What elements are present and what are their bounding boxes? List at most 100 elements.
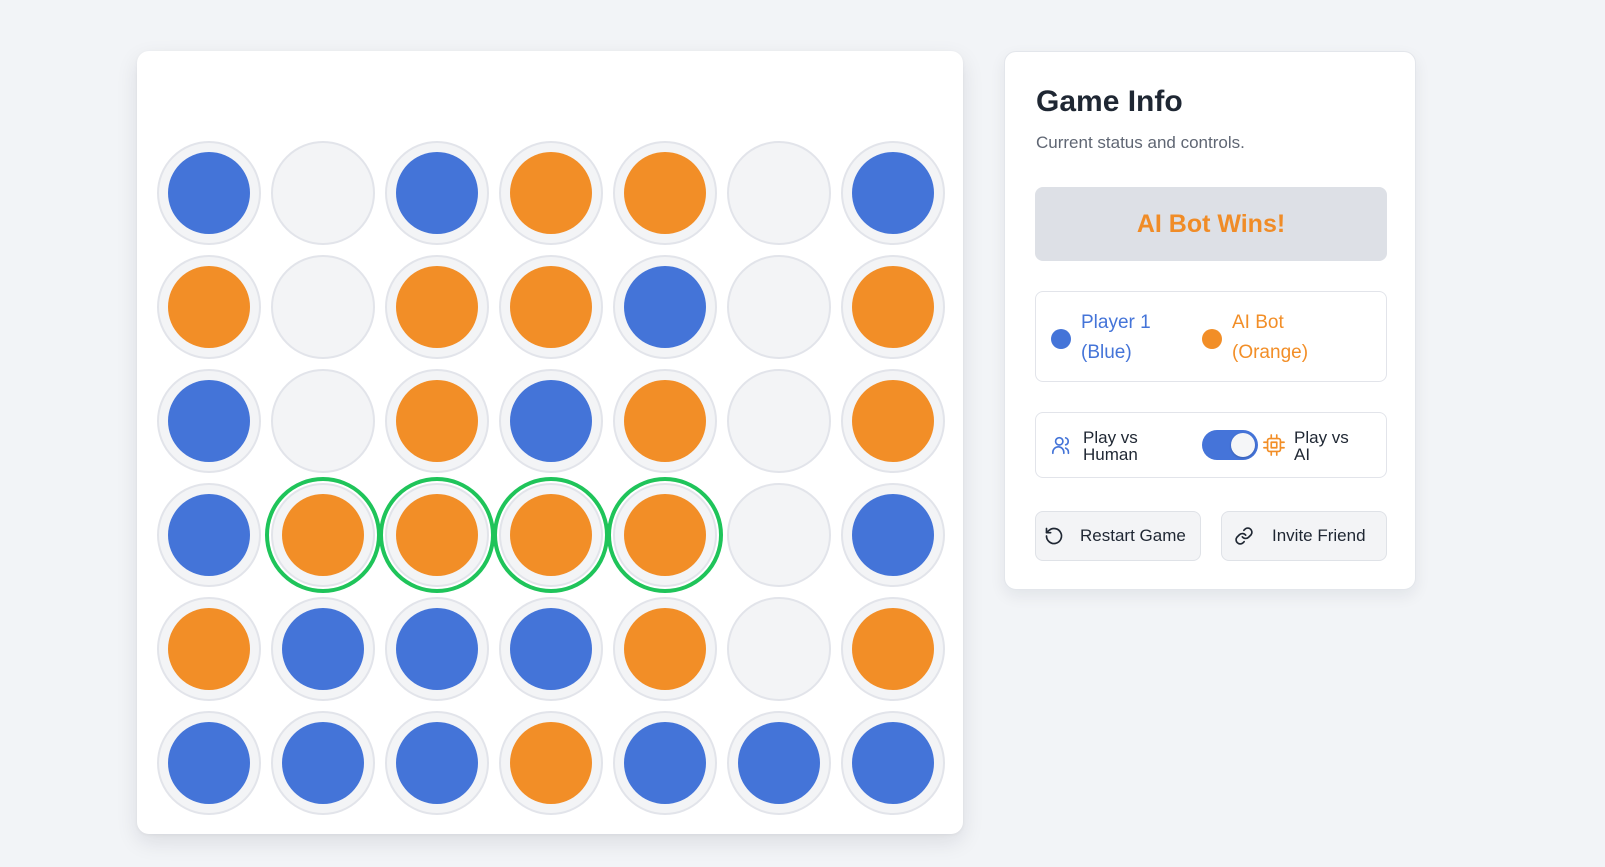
orange-disc [510, 266, 592, 348]
board-cell-r1-c4[interactable] [499, 141, 603, 245]
board-cell-r4-c1[interactable] [157, 483, 261, 587]
orange-disc [168, 266, 250, 348]
mode-ai-label: Play vs AI [1294, 428, 1349, 464]
cpu-icon [1263, 434, 1285, 461]
blue-disc [852, 722, 934, 804]
orange-disc [396, 494, 478, 576]
board-cell-r1-c5[interactable] [613, 141, 717, 245]
player-legend: Player 1 (Blue) AI Bot (Orange) [1035, 291, 1387, 382]
board-cell-r6-c2[interactable] [271, 711, 375, 815]
blue-disc [624, 266, 706, 348]
board-cell-r5-c3[interactable] [385, 597, 489, 701]
board-grid [157, 141, 945, 815]
blue-disc [624, 722, 706, 804]
orange-disc [396, 266, 478, 348]
board-cell-r4-c6[interactable] [727, 483, 831, 587]
orange-disc [624, 494, 706, 576]
toggle-knob [1231, 433, 1255, 457]
board-cell-r4-c2[interactable] [265, 477, 381, 593]
board-cell-r5-c2[interactable] [271, 597, 375, 701]
blue-disc [852, 494, 934, 576]
board-cell-r1-c1[interactable] [157, 141, 261, 245]
restart-game-button[interactable]: Restart Game [1035, 511, 1201, 561]
blue-disc [396, 608, 478, 690]
blue-disc [852, 152, 934, 234]
link-icon [1234, 526, 1254, 546]
board-cell-r5-c7[interactable] [841, 597, 945, 701]
board-cell-r2-c5[interactable] [613, 255, 717, 359]
board-cell-r3-c2[interactable] [271, 369, 375, 473]
legend-item-ai: AI Bot (Orange) [1202, 308, 1342, 368]
orange-disc [624, 152, 706, 234]
board-cell-r6-c6[interactable] [727, 711, 831, 815]
legend-item-player1: Player 1 (Blue) [1051, 308, 1191, 368]
blue-disc [168, 152, 250, 234]
board-cell-r5-c5[interactable] [613, 597, 717, 701]
board-cell-r6-c5[interactable] [613, 711, 717, 815]
board-cell-r1-c7[interactable] [841, 141, 945, 245]
board-cell-r4-c3[interactable] [379, 477, 495, 593]
board-cell-r3-c1[interactable] [157, 369, 261, 473]
orange-disc [510, 722, 592, 804]
board-cell-r3-c6[interactable] [727, 369, 831, 473]
blue-disc [396, 152, 478, 234]
board-cell-r6-c7[interactable] [841, 711, 945, 815]
game-mode-switch: Play vs Human Play vs AI [1035, 412, 1387, 478]
invite-button-label: Invite Friend [1272, 526, 1366, 545]
orange-disc [624, 608, 706, 690]
blue-disc [510, 608, 592, 690]
board-cell-r2-c2[interactable] [271, 255, 375, 359]
blue-disc [168, 722, 250, 804]
blue-dot-icon [1051, 329, 1071, 349]
legend-label-player1: Player 1 (Blue) [1081, 312, 1151, 363]
orange-disc [852, 380, 934, 462]
blue-disc [282, 722, 364, 804]
board-cell-r2-c3[interactable] [385, 255, 489, 359]
board-cell-r4-c5[interactable] [607, 477, 723, 593]
game-board [137, 51, 963, 834]
board-cell-r6-c3[interactable] [385, 711, 489, 815]
board-cell-r5-c4[interactable] [499, 597, 603, 701]
orange-disc [396, 380, 478, 462]
board-cell-r3-c7[interactable] [841, 369, 945, 473]
board-cell-r2-c6[interactable] [727, 255, 831, 359]
board-cell-r2-c1[interactable] [157, 255, 261, 359]
board-cell-r6-c1[interactable] [157, 711, 261, 815]
board-cell-r3-c3[interactable] [385, 369, 489, 473]
invite-friend-button[interactable]: Invite Friend [1221, 511, 1387, 561]
orange-disc [510, 494, 592, 576]
orange-disc [852, 266, 934, 348]
blue-disc [282, 608, 364, 690]
board-cell-r4-c4[interactable] [493, 477, 609, 593]
board-cell-r1-c3[interactable] [385, 141, 489, 245]
board-cell-r4-c7[interactable] [841, 483, 945, 587]
board-cell-r2-c7[interactable] [841, 255, 945, 359]
board-cell-r1-c2[interactable] [271, 141, 375, 245]
game-info-panel: Game Info Current status and controls. A… [1004, 51, 1416, 590]
board-cell-r3-c5[interactable] [613, 369, 717, 473]
board-cell-r5-c1[interactable] [157, 597, 261, 701]
mode-human-label: Play vs Human [1083, 428, 1138, 464]
restart-button-label: Restart Game [1080, 526, 1186, 545]
blue-disc [396, 722, 478, 804]
blue-disc [738, 722, 820, 804]
restart-icon [1044, 526, 1064, 546]
orange-disc [852, 608, 934, 690]
board-cell-r5-c6[interactable] [727, 597, 831, 701]
orange-dot-icon [1202, 329, 1222, 349]
panel-subtitle: Current status and controls. [1036, 133, 1245, 152]
board-cell-r6-c4[interactable] [499, 711, 603, 815]
board-cell-r1-c6[interactable] [727, 141, 831, 245]
blue-disc [510, 380, 592, 462]
mode-toggle[interactable] [1202, 430, 1258, 460]
orange-disc [510, 152, 592, 234]
board-cell-r2-c4[interactable] [499, 255, 603, 359]
legend-label-ai: AI Bot (Orange) [1232, 312, 1309, 363]
panel-title: Game Info [1036, 85, 1183, 118]
blue-disc [168, 494, 250, 576]
orange-disc [282, 494, 364, 576]
blue-disc [168, 380, 250, 462]
orange-disc [168, 608, 250, 690]
orange-disc [624, 380, 706, 462]
board-cell-r3-c4[interactable] [499, 369, 603, 473]
